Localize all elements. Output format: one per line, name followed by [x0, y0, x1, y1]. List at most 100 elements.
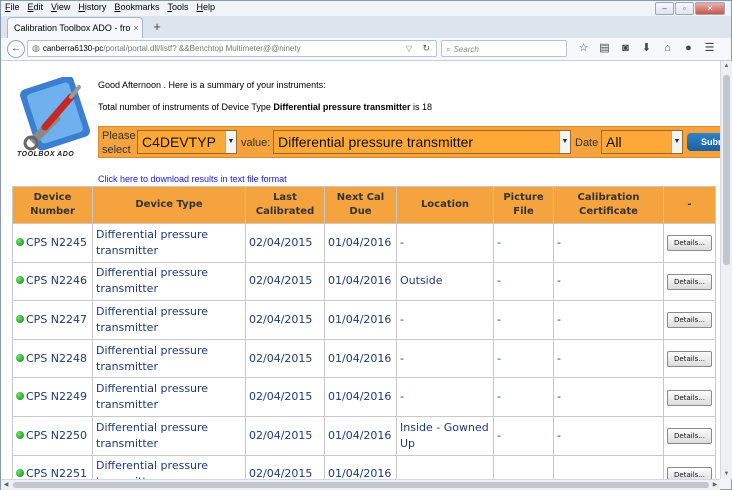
vertical-scrollbar[interactable]: ▲ ▼ [720, 61, 732, 479]
reload-icon[interactable]: ↻ [422, 40, 430, 57]
scroll-up-icon[interactable]: ▲ [721, 61, 732, 71]
window-controls: – ▫ ✕ [655, 2, 725, 15]
cell-device-type: Differential pressure transmitter [92, 377, 246, 417]
cell-last-calibrated: 02/04/2015 [245, 415, 325, 456]
cell-device-number: CPS N2250 [12, 415, 93, 456]
hamburger-menu-icon[interactable]: ☰ [699, 40, 720, 57]
cell-device-type: Differential pressure transmitter [92, 300, 246, 340]
maximize-icon[interactable]: ▫ [675, 2, 694, 15]
col-device-type[interactable]: Device Type [92, 186, 246, 224]
date-select-value: All [606, 134, 622, 150]
cell-device-number-text[interactable]: CPS N2247 [26, 313, 87, 326]
back-arrow-icon[interactable]: ← [7, 40, 25, 58]
close-window-icon[interactable]: ✕ [695, 2, 725, 15]
cell-actions: Details... [663, 377, 716, 417]
cell-device-number-text[interactable]: CPS N2245 [26, 236, 87, 249]
url-bar[interactable]: ◍ canberra6130-pc /portal/portal.dll/lis… [27, 40, 437, 57]
globe-icon: ◍ [32, 43, 40, 53]
download-results-link[interactable]: Click here to download results in text f… [98, 174, 287, 184]
cell-device-number-text[interactable]: CPS N2246 [26, 274, 87, 287]
menu-history[interactable]: History [78, 2, 106, 16]
cell-last-calibrated-text: 02/04/2015 [249, 428, 313, 442]
scroll-down-icon[interactable]: ▼ [721, 469, 732, 479]
search-input[interactable]: ⌕ Search [441, 40, 567, 57]
scroll-left-icon[interactable]: ◀ [1, 480, 11, 490]
cell-device-type: Differential pressure transmitter [92, 223, 246, 263]
details-button[interactable]: Details... [667, 312, 712, 329]
cell-calibration-certificate-text: - [557, 390, 561, 404]
home-icon[interactable]: ⌂ [657, 40, 678, 57]
col-picture-file[interactable]: Picture File [493, 186, 554, 224]
cell-picture-file-text: - [497, 428, 501, 442]
cell-device-number-text[interactable]: CPS N2251 [26, 467, 87, 479]
cell-calibration-certificate-text: - [557, 351, 561, 365]
cell-last-calibrated: 02/04/2015 [245, 338, 325, 379]
col-calibration-certificate[interactable]: Calibration Certificate [553, 186, 664, 224]
menu-file[interactable]: File [5, 2, 20, 16]
minimize-icon[interactable]: – [655, 2, 674, 15]
cell-next-cal-due-text: 01/04/2016 [328, 235, 392, 249]
status-dot-icon [16, 276, 24, 285]
cell-device-number-text[interactable]: CPS N2249 [26, 390, 87, 403]
cell-picture-file: - [493, 377, 554, 417]
col-device-number[interactable]: Device Number [12, 186, 93, 224]
col-last-calibrated[interactable]: Last Calibrated [245, 186, 325, 224]
cell-device-number-text[interactable]: CPS N2250 [26, 429, 87, 442]
date-select[interactable]: All ▼ [601, 130, 683, 154]
cell-last-calibrated-text: 02/04/2015 [249, 274, 313, 288]
cell-location: - [396, 223, 494, 263]
field-select[interactable]: C4DEVTYP ▼ [137, 130, 237, 154]
cell-picture-file-text: - [497, 390, 501, 404]
details-button[interactable]: Details... [667, 389, 712, 406]
table-header-row: Device Number Device Type Last Calibrate… [12, 186, 716, 224]
status-dot-icon [16, 392, 24, 401]
cell-device-type: Differential pressure transmitter [92, 454, 246, 479]
menu-edit[interactable]: Edit [28, 2, 44, 16]
search-icon: ⌕ [446, 45, 451, 54]
horizontal-scroll-thumb[interactable] [13, 482, 709, 488]
tab-calibration-toolbox[interactable]: Calibration Toolbox ADO - fro... × [7, 17, 143, 38]
chat-icon[interactable]: ● [678, 40, 699, 57]
cell-last-calibrated-text: 02/04/2015 [249, 390, 313, 404]
cell-device-number-text[interactable]: CPS N2248 [26, 352, 87, 365]
menu-tools[interactable]: Tools [167, 2, 188, 16]
table-row: CPS N2249 Differential pressure transmitt… [12, 377, 716, 417]
horizontal-scrollbar[interactable]: ◀ ▶ [1, 479, 720, 490]
bookmark-star-icon[interactable]: ☆ [573, 40, 594, 57]
menu-view[interactable]: View [51, 2, 70, 16]
cell-actions: Details... [663, 223, 716, 263]
cell-picture-file: - [493, 300, 554, 340]
cell-device-type-text: Differential pressure transmitter [96, 266, 209, 296]
vertical-scroll-thumb[interactable] [723, 75, 730, 265]
status-dot-icon [16, 237, 24, 246]
status-dot-icon [16, 469, 24, 478]
cell-device-type-text: Differential pressure transmitter [96, 382, 209, 412]
cell-location [396, 454, 494, 479]
page-content: TOOLBOX ADO Good Afternoon . Here is a s… [1, 61, 720, 479]
details-button[interactable]: Details... [667, 428, 712, 445]
menu-bookmarks[interactable]: Bookmarks [114, 2, 159, 16]
col-next-cal-due[interactable]: Next Cal Due [324, 186, 397, 224]
cell-picture-file: - [493, 223, 554, 263]
details-button[interactable]: Details... [667, 235, 712, 252]
scroll-right-icon[interactable]: ▶ [710, 480, 720, 490]
url-path: /portal/portal.dll/listf? &&Benchtop Mul… [103, 44, 301, 53]
reading-list-icon[interactable]: ▤ [594, 40, 615, 57]
cell-device-number: CPS N2246 [12, 261, 93, 302]
url-dropdown-icon[interactable]: ▽ [406, 40, 412, 57]
download-icon[interactable]: ⬇ [636, 40, 657, 57]
menu-help[interactable]: Help [196, 2, 215, 16]
new-tab-icon[interactable]: + [149, 19, 165, 35]
menu-bar: File Edit View History Bookmarks Tools H… [5, 2, 223, 16]
value-select[interactable]: Differential pressure transmitter ▼ [273, 130, 571, 154]
browser-window: File Edit View History Bookmarks Tools H… [0, 0, 732, 490]
cell-next-cal-due: 01/04/2016 [324, 338, 397, 379]
details-button[interactable]: Details... [667, 351, 712, 368]
table-row: CPS N2245 Differential pressure transmitt… [12, 223, 716, 263]
pocket-icon[interactable]: ◙ [615, 40, 636, 57]
details-button[interactable]: Details... [667, 466, 712, 479]
details-button[interactable]: Details... [667, 273, 712, 290]
col-location[interactable]: Location [396, 186, 494, 224]
tab-close-icon[interactable]: × [130, 23, 142, 33]
submit-button[interactable]: Subm [687, 133, 720, 151]
